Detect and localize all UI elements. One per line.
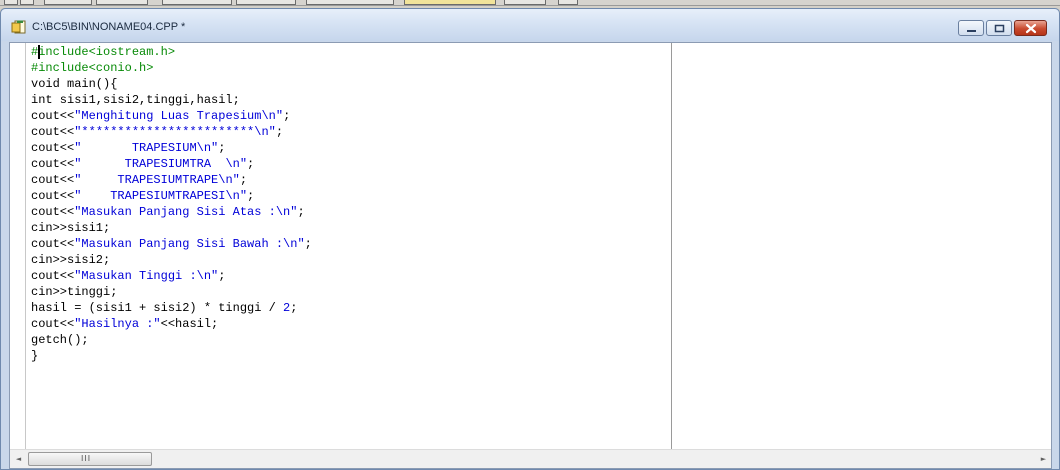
code-token: "Masukan Panjang Sisi Bawah :\n" bbox=[74, 237, 305, 251]
code-token: cin>>sisi2; bbox=[31, 253, 111, 267]
code-token: ; bbox=[283, 109, 291, 123]
toolbar-button-icon[interactable] bbox=[162, 0, 232, 5]
code-token: "Masukan Panjang Sisi Atas :\n" bbox=[74, 205, 298, 219]
code-line[interactable]: cin>>tinggi; bbox=[31, 284, 312, 300]
scroll-grip-icon: III bbox=[81, 454, 92, 463]
code-token: ; bbox=[218, 141, 226, 155]
toolbar-button-icon[interactable] bbox=[504, 0, 546, 5]
right-margin-line bbox=[671, 43, 672, 449]
code-line[interactable]: getch(); bbox=[31, 332, 312, 348]
code-token: "Masukan Tinggi :\n" bbox=[74, 269, 219, 283]
toolbar-button-icon[interactable] bbox=[20, 0, 34, 5]
code-token: ; bbox=[297, 205, 305, 219]
code-line[interactable]: hasil = (sisi1 + sisi2) * tinggi / 2; bbox=[31, 300, 312, 316]
ide-toolbar bbox=[0, 0, 1060, 6]
code-line[interactable]: cin>>sisi2; bbox=[31, 252, 312, 268]
window-title: C:\BC5\BIN\NONAME04.CPP * bbox=[32, 21, 186, 33]
code-token: #include<iostream.h> bbox=[31, 45, 176, 59]
toolbar-button-icon[interactable] bbox=[4, 0, 18, 5]
maximize-icon bbox=[994, 24, 1005, 33]
code-line[interactable]: cout<<" TRAPESIUMTRAPE\n"; bbox=[31, 172, 312, 188]
code-token: cout<< bbox=[31, 237, 75, 251]
code-token: ; bbox=[247, 189, 255, 203]
code-line[interactable]: void main(){ bbox=[31, 76, 312, 92]
maximize-button[interactable] bbox=[986, 20, 1012, 36]
code-line[interactable]: } bbox=[31, 348, 312, 364]
text-caret bbox=[38, 45, 40, 59]
code-line[interactable]: cout<<"Masukan Tinggi :\n"; bbox=[31, 268, 312, 284]
toolbar-button-icon[interactable] bbox=[236, 0, 296, 5]
code-line[interactable]: cout<<"Hasilnya :"<<hasil; bbox=[31, 316, 312, 332]
toolbar-button-icon[interactable] bbox=[44, 0, 92, 5]
code-token: cout<< bbox=[31, 157, 75, 171]
code-token: cin>>sisi1; bbox=[31, 221, 111, 235]
code-token: void main(){ bbox=[31, 77, 118, 91]
code-line[interactable]: cout<<"************************\n"; bbox=[31, 124, 312, 140]
toolbar-button-icon[interactable] bbox=[558, 0, 578, 5]
editor-window: C:\BC5\BIN\NONAME04.CPP * #include<iostr… bbox=[0, 8, 1060, 470]
code-line[interactable]: cout<<" TRAPESIUM\n"; bbox=[31, 140, 312, 156]
toolbar-button-icon[interactable] bbox=[404, 0, 496, 5]
code-line[interactable]: #include<iostream.h> bbox=[31, 44, 312, 60]
code-token: cout<< bbox=[31, 189, 75, 203]
code-token: ; bbox=[218, 269, 226, 283]
minimize-icon bbox=[967, 30, 976, 32]
code-token: ; bbox=[239, 173, 248, 187]
code-token: " TRAPESIUMTRAPE\n" bbox=[74, 173, 240, 187]
toolbar-button-icon[interactable] bbox=[306, 0, 394, 5]
code-token: cout<< bbox=[31, 141, 75, 155]
code-token: cout<< bbox=[31, 125, 75, 139]
close-button[interactable] bbox=[1014, 20, 1047, 36]
code-token: "************************\n" bbox=[74, 125, 276, 139]
code-token: cout<< bbox=[31, 205, 75, 219]
code-token: #include<conio.h> bbox=[31, 61, 154, 75]
code-line[interactable]: #include<conio.h> bbox=[31, 60, 312, 76]
code-editor[interactable]: #include<iostream.h> #include<conio.h> voi… bbox=[9, 42, 1052, 469]
code-token: getch(); bbox=[31, 333, 89, 347]
code-line[interactable]: cin>>sisi1; bbox=[31, 220, 312, 236]
minimize-button[interactable] bbox=[958, 20, 984, 36]
code-token: " TRAPESIUMTRAPESI\n" bbox=[74, 189, 248, 203]
code-token: cout<< bbox=[31, 317, 75, 331]
code-token: "Menghitung Luas Trapesium\n" bbox=[74, 109, 284, 123]
scroll-left-icon[interactable]: ◄ bbox=[10, 450, 27, 468]
code-token: " TRAPESIUMTRA \n" bbox=[74, 157, 248, 171]
code-token: cin>>tinggi; bbox=[31, 285, 118, 299]
code-line[interactable]: int sisi1,sisi2,tinggi,hasil; bbox=[31, 92, 312, 108]
code-token: ; bbox=[304, 237, 312, 251]
code-line[interactable]: cout<<" TRAPESIUMTRAPESI\n"; bbox=[31, 188, 312, 204]
code-token: cout<< bbox=[31, 173, 75, 187]
code-line[interactable]: cout<<"Masukan Panjang Sisi Atas :\n"; bbox=[31, 204, 312, 220]
code-token: } bbox=[31, 349, 39, 363]
toolbar-button-icon[interactable] bbox=[96, 0, 148, 5]
editor-gutter bbox=[10, 43, 26, 449]
code-line[interactable]: cout<<" TRAPESIUMTRA \n"; bbox=[31, 156, 312, 172]
code-token: " TRAPESIUM\n" bbox=[74, 141, 219, 155]
code-line[interactable]: cout<<"Menghitung Luas Trapesium\n"; bbox=[31, 108, 312, 124]
scrollbar-thumb[interactable]: III bbox=[28, 452, 152, 466]
source-file-icon bbox=[11, 20, 27, 34]
code-token: "Hasilnya :" bbox=[74, 317, 161, 331]
close-icon bbox=[1025, 23, 1037, 34]
horizontal-scrollbar[interactable]: ◄ III ► bbox=[10, 449, 1051, 468]
code-token: int sisi1,sisi2,tinggi,hasil; bbox=[31, 93, 240, 107]
source-code[interactable]: #include<iostream.h> #include<conio.h> voi… bbox=[31, 44, 312, 364]
window-titlebar[interactable]: C:\BC5\BIN\NONAME04.CPP * bbox=[1, 9, 1059, 41]
code-token: hasil = (sisi1 + sisi2) * tinggi / bbox=[31, 301, 284, 315]
code-token: ; bbox=[275, 125, 284, 139]
code-token: <<hasil; bbox=[160, 317, 219, 331]
code-line[interactable]: cout<<"Masukan Panjang Sisi Bawah :\n"; bbox=[31, 236, 312, 252]
code-token: cout<< bbox=[31, 109, 75, 123]
code-token: cout<< bbox=[31, 269, 75, 283]
code-token: ; bbox=[247, 157, 255, 171]
code-token: ; bbox=[290, 301, 298, 315]
scroll-right-icon[interactable]: ► bbox=[1035, 450, 1051, 468]
